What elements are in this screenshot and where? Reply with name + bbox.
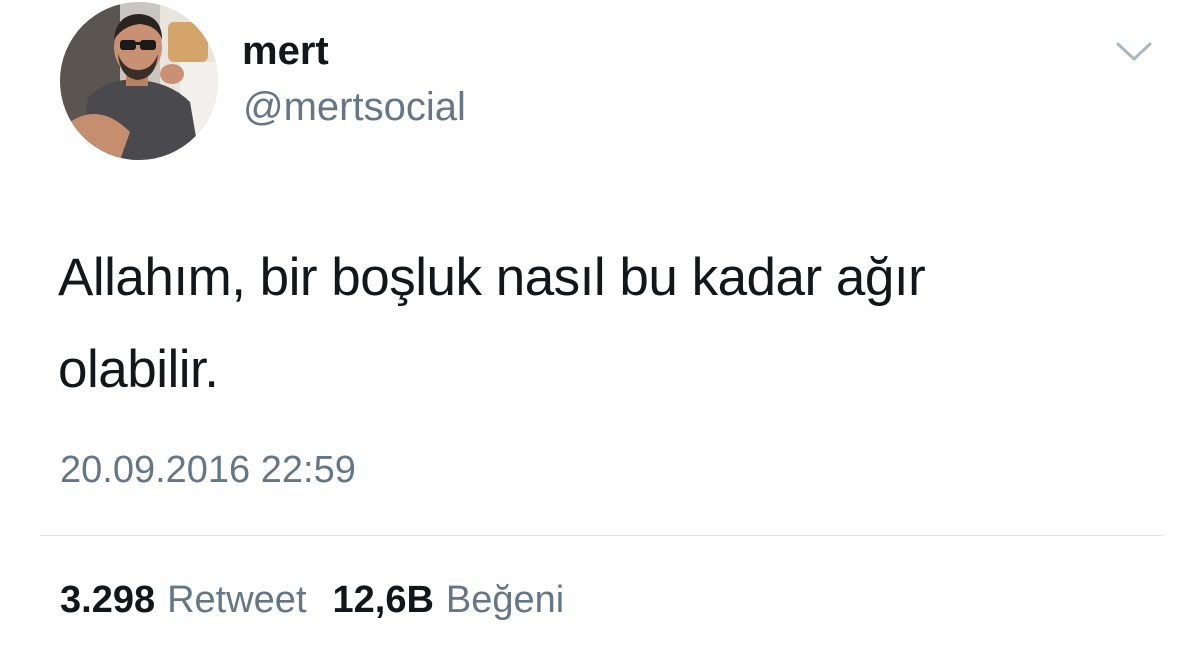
avatar[interactable]	[60, 2, 218, 160]
user-handle[interactable]: @mertsocial	[243, 84, 466, 130]
tweet-stats: 3.298 Retweet 12,6B Beğeni	[60, 578, 564, 622]
chevron-down-icon[interactable]	[1112, 36, 1156, 66]
like-count: 12,6B	[332, 579, 434, 621]
retweet-stat[interactable]: 3.298 Retweet	[60, 578, 307, 622]
retweet-count: 3.298	[60, 579, 156, 621]
avatar-photo	[60, 2, 218, 160]
retweet-label: Retweet	[167, 579, 307, 621]
tweet-card: mert @mertsocial Allahım, bir boşluk nas…	[0, 0, 1200, 658]
display-name[interactable]: mert	[242, 28, 329, 74]
divider	[40, 535, 1164, 536]
tweet-timestamp[interactable]: 20.09.2016 22:59	[60, 448, 356, 492]
like-label: Beğeni	[445, 579, 565, 621]
like-stat[interactable]: 12,6B Beğeni	[333, 578, 565, 622]
tweet-text: Allahım, bir boşluk nasıl bu kadar ağır …	[58, 248, 926, 399]
